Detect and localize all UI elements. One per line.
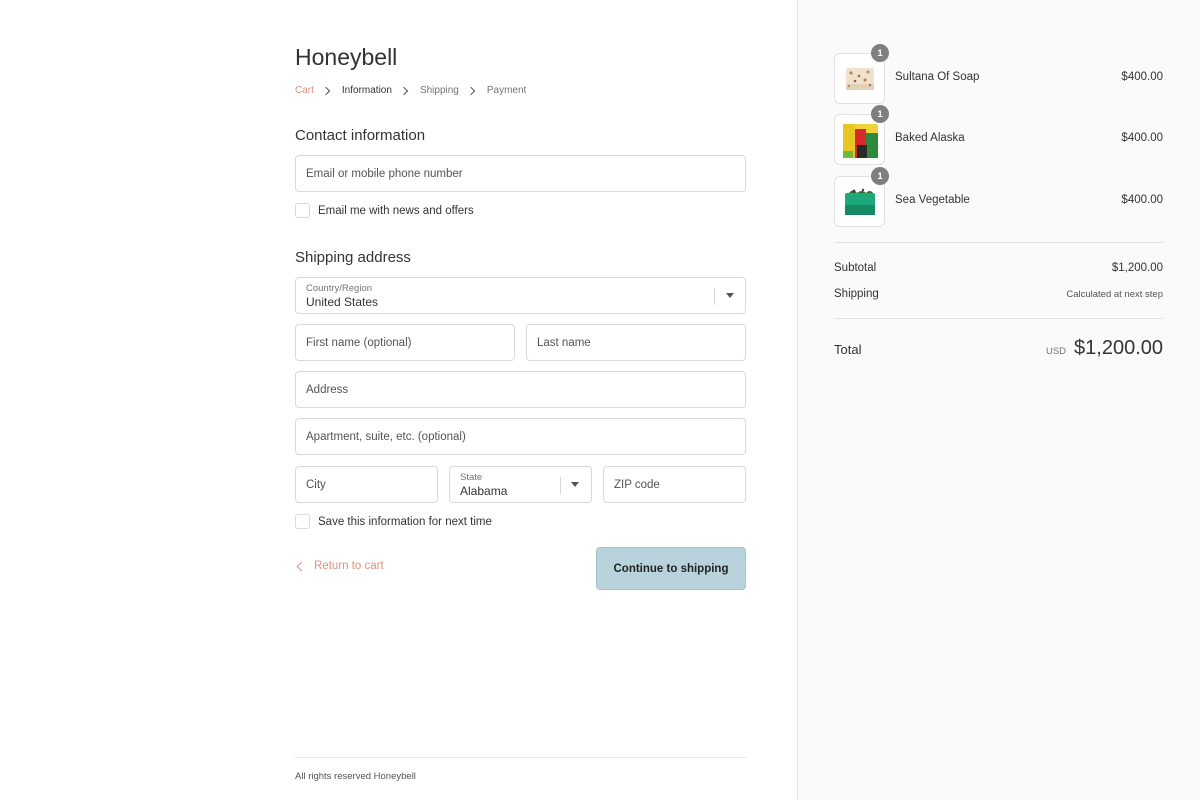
state-value: Alabama xyxy=(460,483,508,498)
zip-code-field[interactable]: ZIP code xyxy=(603,466,746,503)
first-name-placeholder: First name (optional) xyxy=(306,336,412,349)
shipping-label: Shipping xyxy=(834,288,879,300)
total-label: Total xyxy=(834,342,862,357)
zip-code-placeholder: ZIP code xyxy=(614,478,660,491)
total-amount: USD $1,200.00 xyxy=(1046,337,1163,360)
breadcrumb-cart[interactable]: Cart xyxy=(295,85,314,96)
item-price: $400.00 xyxy=(1121,132,1163,144)
apartment-placeholder: Apartment, suite, etc. (optional) xyxy=(306,430,466,443)
shipping-address-title: Shipping address xyxy=(295,249,411,266)
select-divider xyxy=(560,477,561,494)
newsletter-checkbox[interactable] xyxy=(295,203,310,218)
store-name[interactable]: Honeybell xyxy=(295,44,397,71)
chevron-right-icon xyxy=(321,86,331,95)
breadcrumb: Cart Information Shipping Payment xyxy=(295,85,526,96)
order-item: 1 Sultana Of Soap $400.00 xyxy=(834,44,1163,104)
country-label: Country/Region xyxy=(306,282,373,294)
city-field[interactable]: City xyxy=(295,466,438,503)
email-field[interactable]: Email or mobile phone number xyxy=(295,155,746,192)
item-name: Baked Alaska xyxy=(895,132,965,144)
item-price: $400.00 xyxy=(1121,71,1163,83)
save-info-label: Save this information for next time xyxy=(318,515,492,528)
shipping-value: Calculated at next step xyxy=(1066,289,1163,300)
chevron-right-icon xyxy=(399,86,409,95)
item-price: $400.00 xyxy=(1121,194,1163,206)
state-label: State xyxy=(460,471,483,483)
footer-divider xyxy=(295,757,746,758)
breadcrumb-shipping: Shipping xyxy=(419,85,459,96)
return-to-cart-link[interactable]: Return to cart xyxy=(295,560,384,572)
caret-down-icon xyxy=(726,293,734,298)
last-name-field[interactable]: Last name xyxy=(526,324,746,361)
subtotal-row: Subtotal $1,200.00 xyxy=(834,262,1163,274)
newsletter-option[interactable]: Email me with news and offers xyxy=(295,203,474,218)
footer-copyright: All rights reserved Honeybell xyxy=(295,771,416,782)
state-select[interactable]: State Alabama xyxy=(449,466,592,503)
address-field[interactable]: Address xyxy=(295,371,746,408)
address-placeholder: Address xyxy=(306,383,349,396)
quantity-badge: 1 xyxy=(871,44,889,62)
order-item: 1 Baked Alaska $400.00 xyxy=(834,105,1163,165)
save-info-option[interactable]: Save this information for next time xyxy=(295,514,492,529)
breadcrumb-payment: Payment xyxy=(486,85,527,96)
chevron-left-icon xyxy=(296,561,307,571)
summary-divider xyxy=(834,318,1163,319)
chevron-right-icon xyxy=(466,86,476,95)
newsletter-label: Email me with news and offers xyxy=(318,204,474,217)
breadcrumb-information: Information xyxy=(341,85,392,96)
first-name-field[interactable]: First name (optional) xyxy=(295,324,515,361)
contact-information-title: Contact information xyxy=(295,127,426,144)
caret-down-icon xyxy=(571,482,579,487)
item-name: Sea Vegetable xyxy=(895,194,970,206)
country-select[interactable]: Country/Region United States xyxy=(295,277,746,314)
order-item: 1 Sea Vegetable $400.00 xyxy=(834,167,1163,227)
shipping-row: Shipping Calculated at next step xyxy=(834,288,1163,300)
total-value: $1,200.00 xyxy=(1074,337,1163,359)
checkout-main: Honeybell Cart Information Shipping Paym… xyxy=(0,0,797,800)
apartment-field[interactable]: Apartment, suite, etc. (optional) xyxy=(295,418,746,455)
email-placeholder: Email or mobile phone number xyxy=(306,167,463,180)
subtotal-value: $1,200.00 xyxy=(1111,262,1163,274)
order-summary: 1 Sultana Of Soap $400.00 1 Baked Alaska… xyxy=(797,0,1200,800)
summary-divider xyxy=(834,242,1163,243)
last-name-placeholder: Last name xyxy=(537,336,591,349)
save-info-checkbox[interactable] xyxy=(295,514,310,529)
currency-code: USD xyxy=(1045,346,1067,357)
item-name: Sultana Of Soap xyxy=(895,71,980,83)
total-row: Total USD $1,200.00 xyxy=(834,337,1163,360)
quantity-badge: 1 xyxy=(871,167,889,185)
return-to-cart-label: Return to cart xyxy=(314,560,384,572)
subtotal-label: Subtotal xyxy=(834,262,877,274)
continue-to-shipping-button[interactable]: Continue to shipping xyxy=(596,547,746,590)
quantity-badge: 1 xyxy=(871,105,889,123)
country-value: United States xyxy=(306,294,379,309)
select-divider xyxy=(714,288,715,305)
city-placeholder: City xyxy=(306,478,326,491)
